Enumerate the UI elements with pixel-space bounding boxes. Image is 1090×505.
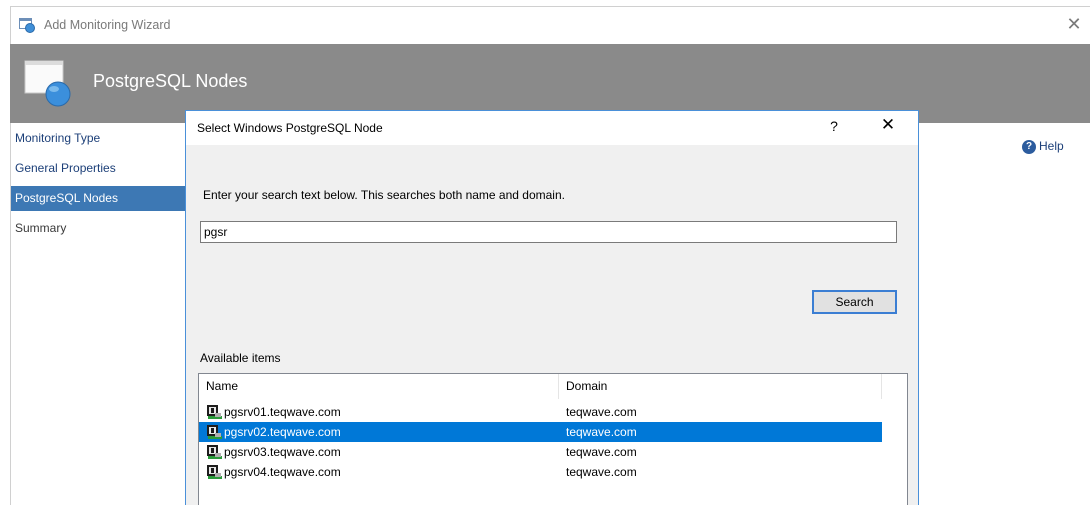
column-header-name[interactable]: Name [199, 374, 559, 399]
dialog-close-button[interactable]: ✕ [876, 115, 900, 135]
nav-item-summary: Summary [15, 221, 67, 235]
list-item-selected[interactable]: pgsrv02.teqwave.com teqwave.com [199, 422, 882, 442]
item-domain-cell: teqwave.com [566, 465, 637, 479]
available-items-list[interactable]: Name Domain pgsrv01.teqwave.com teqwave.… [198, 373, 908, 505]
dialog-help-button[interactable]: ? [824, 118, 844, 134]
list-item[interactable]: pgsrv03.teqwave.com teqwave.com [199, 442, 882, 462]
wizard-close-button[interactable]: ✕ [1062, 13, 1086, 37]
dialog-title: Select Windows PostgreSQL Node [197, 121, 383, 135]
server-icon [207, 445, 222, 459]
search-instructions: Enter your search text below. This searc… [203, 188, 565, 202]
search-button[interactable]: Search [812, 290, 897, 314]
dialog-title-bar: Select Windows PostgreSQL Node ? ✕ [186, 111, 918, 145]
available-items-label: Available items [200, 351, 281, 365]
wizard-step-nav: Monitoring Type General Properties Postg… [10, 123, 186, 505]
help-icon: ? [1022, 139, 1036, 154]
column-header-domain[interactable]: Domain [559, 374, 882, 399]
item-domain-cell: teqwave.com [566, 405, 637, 419]
monitor-globe-icon [24, 60, 71, 107]
item-name-cell: pgsrv03.teqwave.com [206, 444, 341, 460]
search-input[interactable] [200, 221, 897, 243]
select-node-dialog: Select Windows PostgreSQL Node ? ✕ Enter… [185, 110, 919, 505]
nav-item-postgresql-nodes[interactable]: PostgreSQL Nodes [11, 186, 186, 211]
nav-item-monitoring-type[interactable]: Monitoring Type [11, 126, 186, 151]
wizard-title: Add Monitoring Wizard [44, 18, 171, 32]
server-icon [207, 465, 222, 479]
server-icon [207, 405, 222, 419]
item-name-cell: pgsrv04.teqwave.com [206, 464, 341, 480]
wizard-window-icon [19, 18, 35, 33]
server-icon [207, 425, 222, 439]
item-name-cell: pgsrv01.teqwave.com [206, 404, 341, 420]
wizard-title-bar: Add Monitoring Wizard ✕ [10, 6, 1090, 44]
list-item[interactable]: pgsrv04.teqwave.com teqwave.com [199, 462, 882, 482]
nav-item-general-properties[interactable]: General Properties [11, 156, 186, 181]
item-domain-cell: teqwave.com [566, 425, 637, 439]
list-item[interactable]: pgsrv01.teqwave.com teqwave.com [199, 402, 882, 422]
page-title: PostgreSQL Nodes [93, 71, 248, 91]
help-link[interactable]: ? Help [1022, 139, 1064, 154]
help-label: Help [1039, 139, 1064, 153]
item-name-cell: pgsrv02.teqwave.com [206, 424, 341, 440]
item-domain-cell: teqwave.com [566, 445, 637, 459]
